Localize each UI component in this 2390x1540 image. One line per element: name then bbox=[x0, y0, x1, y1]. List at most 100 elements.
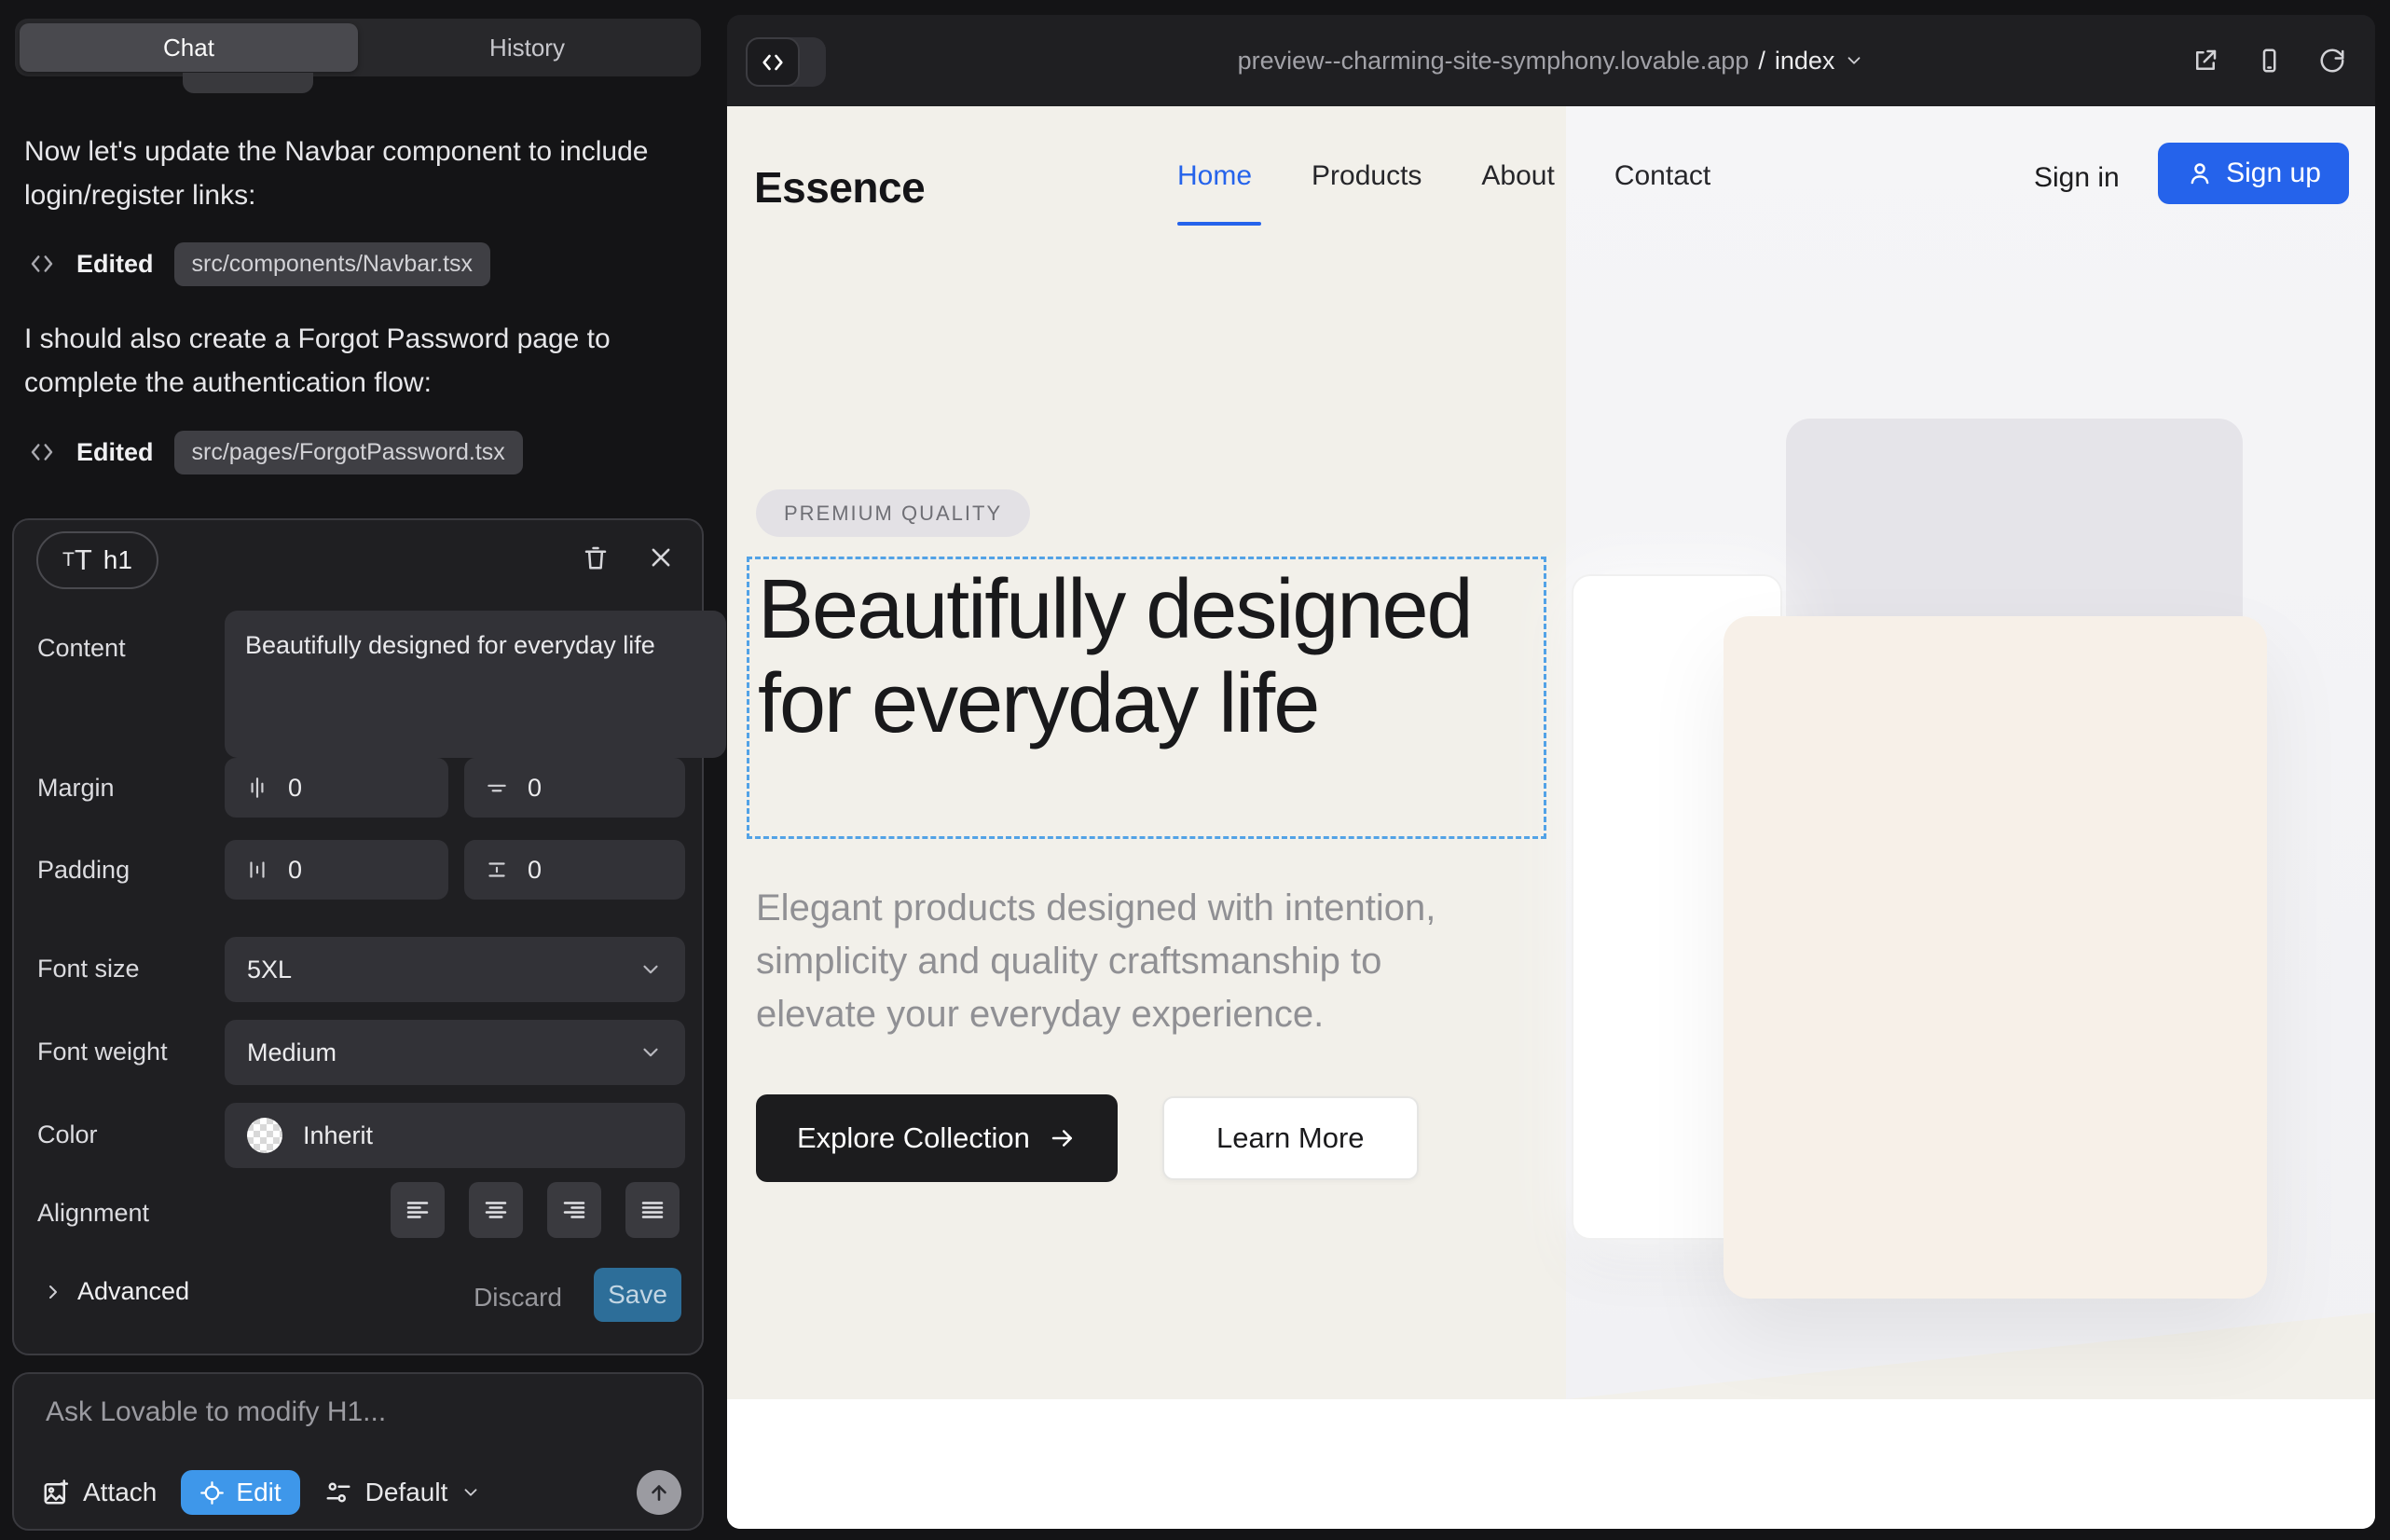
hero-heading[interactable]: Beautifully designed for everyday life bbox=[758, 563, 1532, 751]
nav-products[interactable]: Products bbox=[1312, 160, 1422, 192]
file-chip[interactable]: src/components/Navbar.tsx bbox=[174, 242, 491, 286]
padding-horizontal-icon bbox=[245, 858, 269, 882]
padding-vertical-icon bbox=[485, 858, 509, 882]
close-icon bbox=[648, 544, 674, 571]
padding-y-value: 0 bbox=[528, 856, 542, 885]
delete-element-button[interactable] bbox=[575, 537, 616, 578]
selected-element-pill[interactable]: TT h1 bbox=[36, 531, 158, 589]
preview-url-bar[interactable]: preview--charming-site-symphony.lovable.… bbox=[727, 15, 2375, 106]
preview-site: Essence Home Products About Contact Sign… bbox=[727, 106, 2375, 1529]
align-justify-button[interactable] bbox=[625, 1182, 680, 1238]
lovable-workspace: Chat History Now let's update the Navbar… bbox=[0, 0, 2390, 1540]
edited-file-row: Edited src/pages/ForgotPassword.tsx bbox=[28, 431, 523, 474]
chevron-right-icon bbox=[42, 1281, 64, 1303]
url-separator: / bbox=[1758, 47, 1765, 76]
trash-icon bbox=[582, 543, 610, 571]
margin-x-value: 0 bbox=[288, 774, 302, 803]
tab-chat[interactable]: Chat bbox=[20, 23, 358, 72]
edited-label: Edited bbox=[76, 438, 154, 467]
refresh-icon bbox=[2318, 47, 2346, 75]
signin-link[interactable]: Sign in bbox=[2034, 162, 2120, 194]
margin-y-value: 0 bbox=[528, 774, 542, 803]
nav-home[interactable]: Home bbox=[1177, 160, 1252, 192]
font-size-select[interactable]: 5XL bbox=[225, 937, 685, 1002]
chat-composer: Attach Edit Default bbox=[12, 1372, 704, 1531]
default-mode-button[interactable]: Default bbox=[324, 1478, 482, 1507]
nav-about[interactable]: About bbox=[1481, 160, 1554, 192]
advanced-toggle[interactable]: Advanced bbox=[42, 1277, 189, 1306]
arrow-up-icon bbox=[647, 1480, 671, 1505]
content-label: Content bbox=[37, 634, 126, 663]
learn-more-button[interactable]: Learn More bbox=[1162, 1096, 1419, 1180]
arrow-right-icon bbox=[1049, 1124, 1077, 1152]
align-left-button[interactable] bbox=[391, 1182, 445, 1238]
padding-label: Padding bbox=[37, 856, 130, 885]
font-weight-value: Medium bbox=[247, 1038, 337, 1067]
edit-label: Edit bbox=[236, 1478, 281, 1507]
site-logo[interactable]: Essence bbox=[754, 162, 925, 213]
align-right-button[interactable] bbox=[547, 1182, 601, 1238]
discard-button[interactable]: Discard bbox=[474, 1283, 562, 1313]
content-input[interactable]: Beautifully designed for everyday life bbox=[225, 611, 726, 758]
margin-horizontal-icon bbox=[245, 776, 269, 800]
preview-page: index bbox=[1775, 47, 1835, 76]
preview-panel: preview--charming-site-symphony.lovable.… bbox=[727, 15, 2375, 1529]
hero-paragraph: Elegant products designed with intention… bbox=[756, 882, 1502, 1041]
signup-button[interactable]: Sign up bbox=[2158, 143, 2349, 204]
attach-label: Attach bbox=[83, 1478, 157, 1507]
font-weight-select[interactable]: Medium bbox=[225, 1020, 685, 1085]
preview-url: preview--charming-site-symphony.lovable.… bbox=[1238, 47, 1750, 76]
margin-label: Margin bbox=[37, 774, 115, 803]
font-size-value: 5XL bbox=[247, 956, 292, 984]
preview-toolbar: preview--charming-site-symphony.lovable.… bbox=[727, 15, 2375, 106]
align-left-icon bbox=[404, 1196, 432, 1224]
edited-file-row: Edited src/components/Navbar.tsx bbox=[28, 242, 490, 285]
toolbar-actions bbox=[2187, 15, 2351, 106]
target-icon bbox=[199, 1480, 225, 1506]
nav-contact[interactable]: Contact bbox=[1614, 160, 1710, 192]
signup-label: Sign up bbox=[2226, 158, 2321, 189]
font-weight-label: Font weight bbox=[37, 1038, 168, 1066]
close-panel-button[interactable] bbox=[640, 537, 681, 578]
save-button[interactable]: Save bbox=[594, 1268, 681, 1322]
composer-controls: Attach Edit Default bbox=[42, 1469, 681, 1516]
chevron-down-icon bbox=[639, 957, 663, 982]
site-nav: Home Products About Contact bbox=[1177, 160, 1710, 192]
truncated-chip bbox=[183, 73, 313, 93]
sidebar-tabs: Chat History bbox=[15, 19, 701, 76]
tab-history[interactable]: History bbox=[358, 23, 696, 72]
element-inspector-panel: TT h1 Content Beautifully designed for e… bbox=[12, 518, 704, 1355]
explore-collection-label: Explore Collection bbox=[797, 1121, 1030, 1155]
external-link-icon bbox=[2191, 47, 2219, 75]
padding-y-field[interactable]: 0 bbox=[464, 840, 685, 900]
margin-y-field[interactable]: 0 bbox=[464, 758, 685, 818]
hero-badge: PREMIUM QUALITY bbox=[756, 489, 1030, 537]
code-icon bbox=[28, 250, 56, 278]
color-value: Inherit bbox=[303, 1121, 373, 1150]
smartphone-icon bbox=[2255, 47, 2283, 75]
mobile-view-button[interactable] bbox=[2250, 42, 2287, 79]
padding-x-field[interactable]: 0 bbox=[225, 840, 448, 900]
chat-message: Now let's update the Navbar component to… bbox=[24, 130, 688, 217]
margin-x-field[interactable]: 0 bbox=[225, 758, 448, 818]
align-center-button[interactable] bbox=[469, 1182, 523, 1238]
color-swatch bbox=[247, 1118, 282, 1153]
composer-input[interactable] bbox=[44, 1395, 663, 1451]
attach-image-icon bbox=[42, 1478, 70, 1506]
tab-history-label: History bbox=[489, 34, 565, 62]
chat-message: I should also create a Forgot Password p… bbox=[24, 317, 688, 405]
chat-sidebar: Chat History Now let's update the Navbar… bbox=[0, 0, 727, 1540]
file-chip[interactable]: src/pages/ForgotPassword.tsx bbox=[174, 431, 523, 474]
tab-chat-label: Chat bbox=[163, 34, 214, 62]
edit-mode-button[interactable]: Edit bbox=[181, 1470, 299, 1515]
refresh-button[interactable] bbox=[2314, 42, 2351, 79]
send-button[interactable] bbox=[637, 1470, 681, 1515]
color-select[interactable]: Inherit bbox=[225, 1103, 685, 1168]
margin-vertical-icon bbox=[485, 776, 509, 800]
chevron-down-icon bbox=[1844, 50, 1864, 71]
element-tag-label: h1 bbox=[103, 545, 132, 575]
alignment-label: Alignment bbox=[37, 1199, 149, 1228]
attach-button[interactable]: Attach bbox=[42, 1478, 157, 1507]
explore-collection-button[interactable]: Explore Collection bbox=[756, 1094, 1118, 1182]
open-in-new-tab-button[interactable] bbox=[2187, 42, 2224, 79]
